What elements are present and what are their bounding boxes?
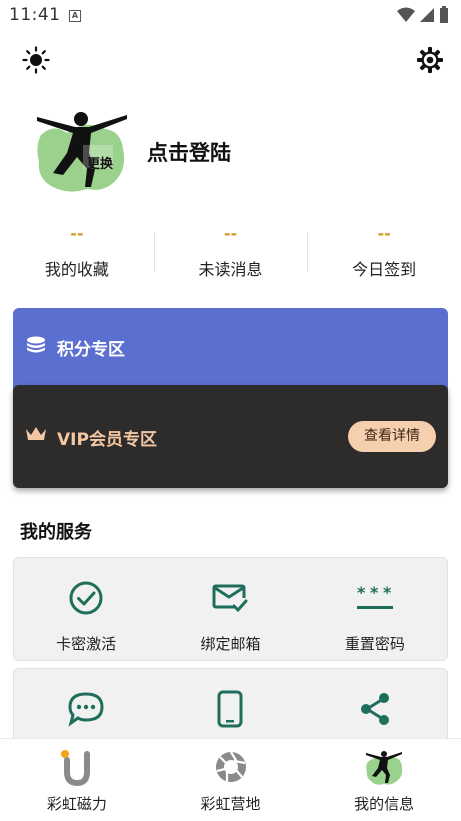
password-icon: * * * xyxy=(356,583,393,609)
service-bind-email[interactable]: 绑定邮箱 xyxy=(158,558,302,660)
profile-figure-icon xyxy=(37,112,127,192)
stat-value: -- xyxy=(70,224,84,243)
bottom-nav: 彩虹磁力 彩虹营地 我的信息 xyxy=(0,738,461,821)
service-label: 重置密码 xyxy=(344,635,405,653)
vip-title: VIP会员专区 xyxy=(57,430,157,450)
stat-checkin[interactable]: -- 今日签到 xyxy=(307,222,461,284)
stat-label: 今日签到 xyxy=(352,260,417,279)
aperture-icon xyxy=(215,751,246,782)
check-circle-icon xyxy=(69,581,103,615)
service-label: 卡密激活 xyxy=(56,635,117,653)
theme-toggle-button[interactable] xyxy=(20,44,52,76)
status-bar: 11:41 A xyxy=(0,0,461,32)
status-indicator: A xyxy=(69,10,81,22)
nav-label: 彩虹营地 xyxy=(200,795,261,813)
svg-text:*: * xyxy=(370,583,379,602)
stats-row: -- 我的收藏 -- 未读消息 -- 今日签到 xyxy=(0,222,461,284)
wifi-icon xyxy=(397,7,415,22)
magnet-icon xyxy=(60,750,90,786)
mail-check-icon xyxy=(212,584,248,613)
points-title: 积分专区 xyxy=(57,340,125,360)
profile-figure-icon xyxy=(366,751,403,785)
service-reset-password[interactable]: * * * 重置密码 xyxy=(303,558,447,660)
nav-label: 彩虹磁力 xyxy=(46,795,107,813)
phone-icon xyxy=(217,690,243,728)
coins-icon xyxy=(27,336,45,353)
battery-icon xyxy=(440,6,448,23)
service-activate-card[interactable]: 卡密激活 xyxy=(14,558,158,660)
login-link[interactable]: 点击登陆 xyxy=(147,137,231,167)
service-label: 绑定邮箱 xyxy=(200,635,261,653)
avatar-change-label: 更换 xyxy=(87,157,114,172)
avatar[interactable]: 更换 xyxy=(33,105,129,195)
services-row-2 xyxy=(13,668,448,748)
sun-icon xyxy=(22,46,50,74)
services-row-1: 卡密激活 绑定邮箱 * * * 重置密码 xyxy=(13,557,448,661)
nav-item-my-info[interactable]: 我的信息 xyxy=(307,739,461,821)
stat-divider xyxy=(307,232,309,272)
status-time: 11:41 xyxy=(9,5,61,25)
vip-card[interactable]: VIP会员专区 查看详情 xyxy=(13,385,448,488)
svg-text:*: * xyxy=(383,583,392,602)
stat-label: 我的收藏 xyxy=(44,260,109,279)
stat-value: -- xyxy=(223,224,238,243)
signal-icon xyxy=(420,8,434,22)
gear-icon xyxy=(417,47,443,73)
service-share[interactable] xyxy=(303,669,447,747)
stat-unread-messages[interactable]: -- 未读消息 xyxy=(153,222,308,284)
service-chat[interactable] xyxy=(14,669,158,747)
stat-label: 未读消息 xyxy=(198,260,263,279)
stat-favorites[interactable]: -- 我的收藏 xyxy=(0,222,154,284)
services-title: 我的服务 xyxy=(20,522,92,543)
stat-value: -- xyxy=(377,224,391,243)
view-details-button[interactable]: 查看详情 xyxy=(348,421,436,452)
nav-item-camp[interactable]: 彩虹营地 xyxy=(154,739,308,821)
chat-icon xyxy=(68,692,104,727)
settings-button[interactable] xyxy=(414,44,446,76)
crown-icon xyxy=(26,427,46,440)
stat-divider xyxy=(153,232,155,272)
nav-item-magnet[interactable]: 彩虹磁力 xyxy=(0,739,154,821)
status-icons xyxy=(397,6,449,24)
share-icon xyxy=(360,693,389,725)
service-phone[interactable] xyxy=(158,669,302,747)
svg-text:*: * xyxy=(357,583,366,602)
nav-label: 我的信息 xyxy=(354,795,415,813)
